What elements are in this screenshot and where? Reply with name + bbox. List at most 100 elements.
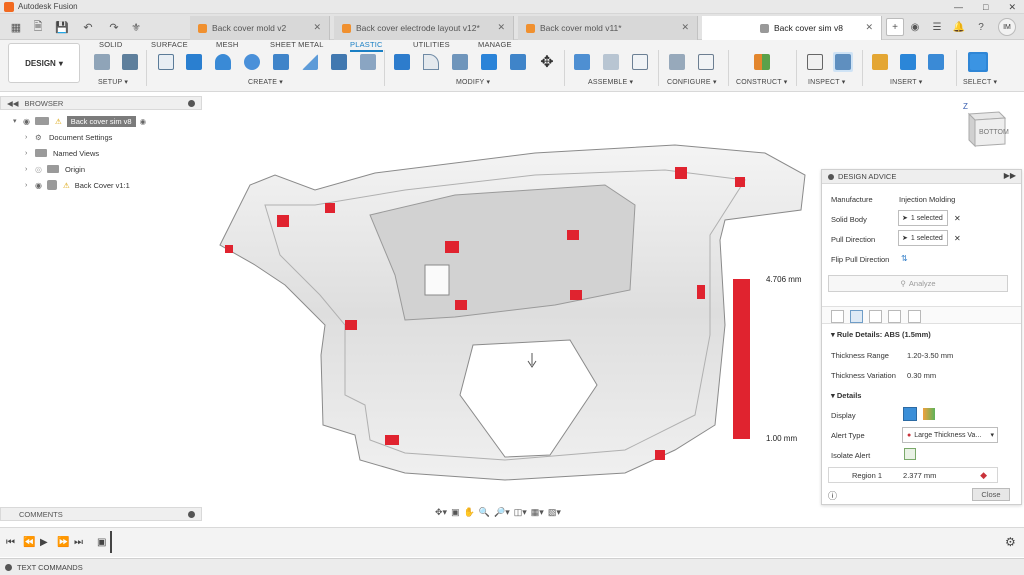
close-tab-icon[interactable]: ✕ [865, 22, 873, 33]
play-icon[interactable]: ▶ [40, 537, 48, 548]
tab-solid[interactable]: SOLID [99, 40, 123, 49]
view-cube[interactable]: Z BOTTOM [955, 100, 1015, 160]
doc-tab-electrode-layout[interactable]: Back cover electrode layout v12* ✕ [334, 16, 514, 40]
viewports-icon[interactable]: ▧▾ [548, 507, 561, 518]
view-cube-bottom-face[interactable] [968, 112, 976, 148]
tab-plastic[interactable]: PLASTIC [350, 40, 383, 52]
group-modify[interactable]: MODIFY ▾ [456, 78, 490, 86]
app-grid-icon[interactable]: ▦ [6, 18, 26, 36]
alert-type-dropdown[interactable]: ● Large Thickness Va... ▾ [902, 427, 998, 443]
minimize-icon[interactable]: — [954, 0, 963, 14]
group-assemble[interactable]: ASSEMBLE ▾ [588, 78, 633, 86]
select-tool[interactable] [968, 52, 988, 72]
measure-tool[interactable] [805, 52, 825, 72]
create-plastic-body-tool[interactable] [120, 52, 140, 72]
undercut-tab-icon[interactable] [888, 310, 901, 323]
web-tool[interactable] [300, 52, 320, 72]
process-settings-tool[interactable] [92, 52, 112, 72]
joint-tool[interactable] [601, 52, 621, 72]
details-heading[interactable]: ▾ Details [831, 391, 861, 400]
maximize-icon[interactable]: □ [983, 0, 988, 14]
display-settings-icon[interactable]: ◫▾ [514, 507, 527, 518]
thickness-tab-icon[interactable] [850, 310, 863, 323]
group-construct[interactable]: CONSTRUCT ▾ [736, 78, 787, 86]
insert-derive-tool[interactable] [870, 52, 890, 72]
job-status-icon[interactable]: ◉ [906, 18, 924, 36]
region-row[interactable]: Region 1 2.377 mm ◆ [828, 467, 998, 483]
undo-icon[interactable]: ↶ [78, 18, 98, 36]
grid-settings-icon[interactable]: ▦▾ [531, 507, 544, 518]
step-forward-icon[interactable]: ⏩ [57, 537, 69, 548]
timeline-marker[interactable] [110, 531, 112, 553]
doc-tab-sim-v8[interactable]: Back cover sim v8 ✕ [702, 16, 882, 40]
redo-icon[interactable]: ↷ [104, 18, 124, 36]
browser-header[interactable]: ◀◀ BROWSER [0, 96, 202, 110]
split-body-tool[interactable] [508, 52, 528, 72]
isolate-alert-icon[interactable] [904, 448, 916, 460]
list-tab-icon[interactable] [831, 310, 844, 323]
browser-item-back-cover[interactable]: › ◉ ⚠ Back Cover v1:1 [25, 178, 130, 192]
sketch-tool[interactable] [156, 52, 176, 72]
doc-tab-mold-v11[interactable]: Back cover mold v11* ✕ [518, 16, 698, 40]
draft-tab-icon[interactable] [869, 310, 882, 323]
hidden-eye-icon[interactable]: ◎ [35, 165, 47, 174]
browser-root-row[interactable]: ▾ ◉ ⚠ Back cover sim v8 ◉ [13, 114, 146, 128]
close-button[interactable]: Close [972, 488, 1010, 501]
zoom-icon[interactable]: 🔍 [479, 507, 490, 518]
tab-utilities[interactable]: UTILITIES [413, 40, 450, 49]
timeline-settings-gear-icon[interactable]: ⚙ [1005, 535, 1016, 549]
bill-of-materials-tool[interactable] [630, 52, 650, 72]
step-back-icon[interactable]: ⏪ [23, 537, 35, 548]
close-tab-icon[interactable]: ✕ [681, 22, 689, 33]
comments-bar[interactable]: COMMENTS [0, 507, 202, 521]
pan-icon[interactable]: ✋ [464, 507, 475, 518]
expand-icon[interactable]: ▾ [13, 117, 23, 125]
extrude-tool[interactable] [184, 52, 204, 72]
clear-selection-icon[interactable]: ✕ [954, 214, 961, 223]
tab-surface[interactable]: SURFACE [151, 40, 188, 49]
zoom-window-icon[interactable]: 🔎▾ [494, 507, 510, 518]
group-inspect[interactable]: INSPECT ▾ [808, 78, 845, 86]
offset-plane-tool[interactable] [752, 52, 772, 72]
group-setup[interactable]: SETUP ▾ [98, 78, 128, 86]
text-commands-bar[interactable]: TEXT COMMANDS [0, 558, 1024, 575]
timeline-feature-icon[interactable]: ▣ [97, 537, 106, 548]
insert-mcmaster-tool[interactable] [898, 52, 918, 72]
file-menu-icon[interactable]: 🗎 [28, 18, 48, 36]
expand-panel-icon[interactable]: ▶▶ [1004, 171, 1016, 180]
browser-item-origin[interactable]: › ◎ Origin [25, 162, 85, 176]
chamfer-tool[interactable] [450, 52, 470, 72]
expand-icon[interactable]: › [25, 166, 35, 173]
new-tab-icon[interactable]: + [886, 18, 904, 36]
close-window-icon[interactable]: ✕ [1008, 0, 1016, 14]
rules-tab-icon[interactable] [908, 310, 921, 323]
design-advice-tool[interactable] [833, 52, 853, 72]
extensions-icon[interactable]: ☰ [928, 18, 946, 36]
group-select[interactable]: SELECT ▾ [963, 78, 997, 86]
boss-tool[interactable] [242, 52, 262, 72]
tab-mesh[interactable]: MESH [216, 40, 238, 49]
doc-tab-mold-v2[interactable]: Back cover mold v2 ✕ [190, 16, 330, 40]
rule-details-heading[interactable]: ▾ Rule Details: ABS (1.5mm) [831, 330, 931, 339]
configuration-table-tool[interactable] [696, 52, 716, 72]
pull-direction-selector[interactable]: ➤ 1 selected [898, 230, 948, 246]
group-insert[interactable]: INSERT ▾ [890, 78, 922, 86]
new-component-tool[interactable] [572, 52, 592, 72]
help-icon[interactable]: ? [972, 18, 990, 36]
lip-groove-tool[interactable] [358, 52, 378, 72]
tab-manage[interactable]: MANAGE [478, 40, 512, 49]
configure-tool[interactable] [667, 52, 687, 72]
combine-tool[interactable] [479, 52, 499, 72]
browser-pin-icon[interactable] [188, 100, 195, 107]
workspace-switcher[interactable]: DESIGN ▾ [8, 43, 80, 83]
insert-canvas-tool[interactable] [926, 52, 946, 72]
display-thickness-icon[interactable] [903, 407, 917, 421]
shell-tool[interactable] [213, 52, 233, 72]
fusion-ai-icon[interactable]: ⚜ [126, 18, 146, 36]
activate-radio-icon[interactable]: ◉ [140, 117, 147, 126]
group-create[interactable]: CREATE ▾ [248, 78, 283, 86]
flip-direction-icon[interactable]: ⇅ [901, 254, 908, 263]
expand-icon[interactable]: › [25, 182, 35, 189]
save-icon[interactable]: 💾 [52, 18, 72, 36]
snap-fit-tool[interactable] [329, 52, 349, 72]
